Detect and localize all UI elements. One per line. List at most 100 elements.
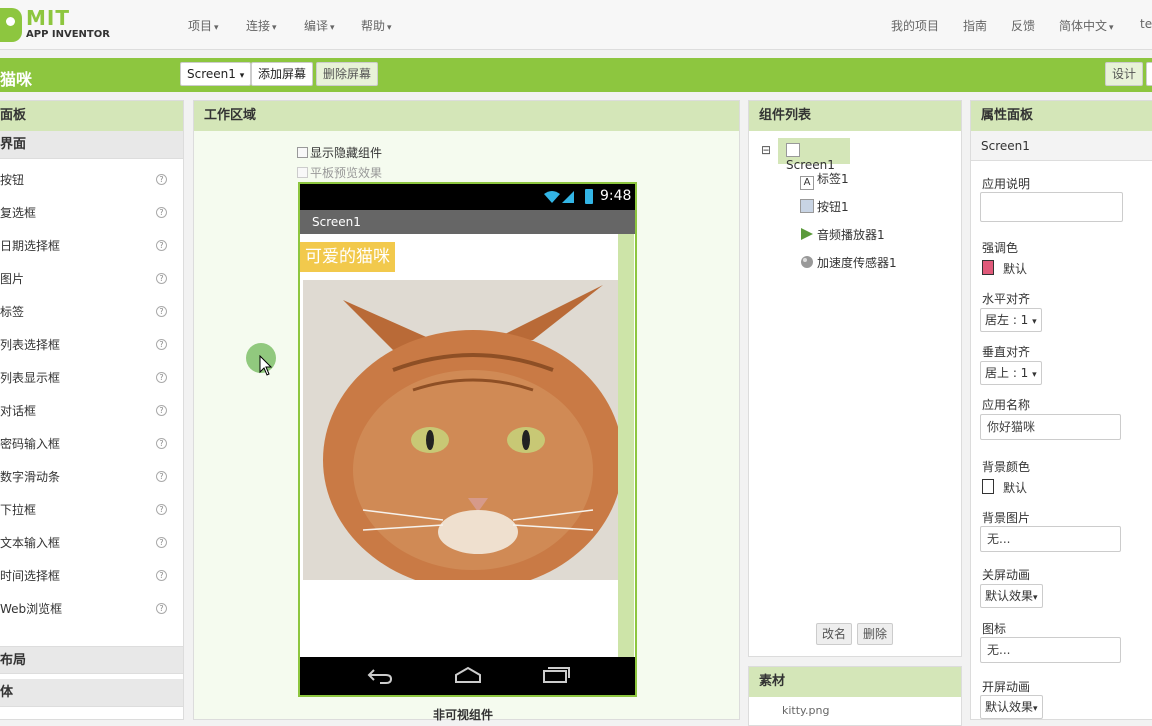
help-icon[interactable]: ? [156, 504, 167, 515]
play-icon [801, 228, 813, 240]
components-panel: 组件列表 [748, 100, 962, 657]
background-color-label: 背景颜色 [982, 460, 1031, 474]
open-animation-select[interactable]: 默认效果▾ [980, 695, 1043, 719]
sensor-icon [801, 256, 813, 268]
phone-scrollbar [618, 234, 634, 657]
properties-component-name: Screen1 [971, 131, 1152, 161]
screen-select[interactable]: Screen1 ▾ [180, 62, 252, 86]
menu-build[interactable]: 编译 ▾ [304, 17, 335, 34]
remove-screen-button[interactable]: 删除屏幕 [316, 62, 379, 86]
accent-color-swatch[interactable] [982, 260, 994, 275]
align-vertical-label: 垂直对齐 [982, 345, 1031, 359]
user-menu[interactable]: te [1140, 17, 1152, 31]
background-color-swatch[interactable] [982, 479, 994, 494]
palette-item-notifier[interactable]: 对话框? [0, 395, 183, 428]
tree-item-button1[interactable]: 按钮1 [800, 198, 849, 215]
show-hidden-checkbox[interactable]: 显示隐藏组件 [297, 144, 382, 161]
accent-color-value[interactable]: 默认 [1003, 260, 1027, 277]
app-name-input[interactable]: 你好猫咪 [980, 414, 1121, 440]
collapse-toggle-icon[interactable]: ⊟ [761, 143, 771, 157]
app-inventor-logo[interactable]: MIT APP INVENTOR [0, 4, 110, 46]
palette-item-listpicker[interactable]: 列表选择框? [0, 329, 183, 362]
add-screen-button[interactable]: 添加屏幕 [251, 62, 314, 86]
palette-item-spinner[interactable]: 下拉框? [0, 494, 183, 527]
screen-icon [786, 143, 800, 157]
accent-color-label: 强调色 [982, 241, 1019, 255]
icon-input[interactable]: 无... [980, 637, 1121, 663]
blocks-button[interactable] [1146, 62, 1152, 86]
tree-item-accelerometer1[interactable]: 加速度传感器1 [800, 254, 897, 271]
menu-help[interactable]: 帮助 ▾ [361, 17, 392, 34]
background-color-value[interactable]: 默认 [1003, 479, 1027, 496]
palette-item-textbox[interactable]: 文本输入框? [0, 527, 183, 560]
non-visible-components-label: 非可视组件 [433, 708, 494, 722]
back-icon [367, 669, 393, 684]
menu-project[interactable]: 项目 ▾ [188, 17, 219, 34]
delete-button[interactable]: 删除 [857, 623, 894, 645]
label-component[interactable]: 可爱的猫咪 [300, 242, 395, 272]
help-icon[interactable]: ? [156, 405, 167, 416]
palette-item-checkbox[interactable]: 复选框? [0, 197, 183, 230]
tree-item-label1[interactable]: A 标签1 [800, 170, 849, 190]
help-icon[interactable]: ? [156, 471, 167, 482]
palette-item-image[interactable]: 图片? [0, 263, 183, 296]
help-icon[interactable]: ? [156, 372, 167, 383]
label-icon: A [800, 176, 814, 190]
palette-item-passwordtextbox[interactable]: 密码输入框? [0, 428, 183, 461]
project-toolbar: 猫咪 Screen1 ▾ 添加屏幕 删除屏幕 设计 [0, 58, 1152, 92]
icon-label: 图标 [982, 622, 1007, 636]
logo-mit-text: MIT [26, 6, 70, 30]
viewer-title: 工作区域 [194, 101, 739, 131]
recent-apps-icon [543, 667, 570, 683]
help-icon[interactable]: ? [156, 570, 167, 581]
link-my-projects[interactable]: 我的项目 [891, 17, 939, 34]
palette-item-datepicker[interactable]: 日期选择框? [0, 230, 183, 263]
help-icon[interactable]: ? [156, 273, 167, 284]
help-icon[interactable]: ? [156, 438, 167, 449]
open-animation-label: 开屏动画 [982, 680, 1031, 694]
help-icon[interactable]: ? [156, 306, 167, 317]
align-horizontal-select[interactable]: 居左 : 1 ▾ [980, 308, 1042, 332]
close-animation-select[interactable]: 默认效果▾ [980, 584, 1043, 608]
media-file-item[interactable]: kitty.png [782, 704, 829, 717]
background-image-input[interactable]: 无... [980, 526, 1121, 552]
align-horizontal-label: 水平对齐 [982, 292, 1031, 306]
palette-category-layout[interactable]: 布局 [0, 646, 183, 674]
top-nav-bar: MIT APP INVENTOR 项目 ▾ 连接 ▾ 编译 ▾ 帮助 ▾ 我的项目 指南… [0, 0, 1152, 50]
project-title: 猫咪 [0, 70, 33, 89]
menu-connect[interactable]: 连接 ▾ [246, 17, 277, 34]
tree-item-screen1[interactable]: Screen1 [778, 138, 850, 172]
menu-language[interactable]: 简体中文 ▾ [1059, 17, 1114, 34]
media-title: 素材 [749, 667, 961, 697]
help-icon[interactable]: ? [156, 339, 167, 350]
palette-panel: 面板 界面 按钮? 复选框? 日期选择框? 图片? 标签? 列表选择框? 列表显… [0, 100, 184, 720]
palette-item-slider[interactable]: 数字滑动条? [0, 461, 183, 494]
help-icon[interactable]: ? [156, 240, 167, 251]
palette-item-button[interactable]: 按钮? [0, 164, 183, 197]
link-feedback[interactable]: 反馈 [1011, 17, 1035, 34]
tablet-preview-checkbox[interactable]: 平板预览效果 [297, 164, 382, 181]
close-animation-label: 关屏动画 [982, 568, 1031, 582]
help-icon[interactable]: ? [156, 537, 167, 548]
help-icon[interactable]: ? [156, 174, 167, 185]
designer-button[interactable]: 设计 [1105, 62, 1144, 86]
button-icon [800, 199, 814, 213]
cat-image[interactable] [303, 280, 618, 580]
palette-item-webviewer[interactable]: Web浏览框? [0, 593, 183, 626]
tree-item-player1[interactable]: 音频播放器1 [800, 226, 885, 243]
palette-item-label[interactable]: 标签? [0, 296, 183, 329]
palette-item-timepicker[interactable]: 时间选择框? [0, 560, 183, 593]
about-textarea[interactable] [980, 192, 1123, 222]
rename-button[interactable]: 改名 [816, 623, 853, 645]
link-guide[interactable]: 指南 [963, 17, 987, 34]
help-icon[interactable]: ? [156, 207, 167, 218]
palette-category-media[interactable]: 体 [0, 679, 183, 707]
home-icon [455, 666, 481, 683]
align-vertical-select[interactable]: 居上 : 1 ▾ [980, 361, 1042, 385]
logo-icon [0, 8, 22, 42]
palette-item-listview[interactable]: 列表显示框? [0, 362, 183, 395]
help-icon[interactable]: ? [156, 603, 167, 614]
properties-title: 属性面板 [971, 101, 1152, 131]
palette-category-ui[interactable]: 界面 [0, 131, 183, 159]
palette-title: 面板 [0, 101, 183, 131]
